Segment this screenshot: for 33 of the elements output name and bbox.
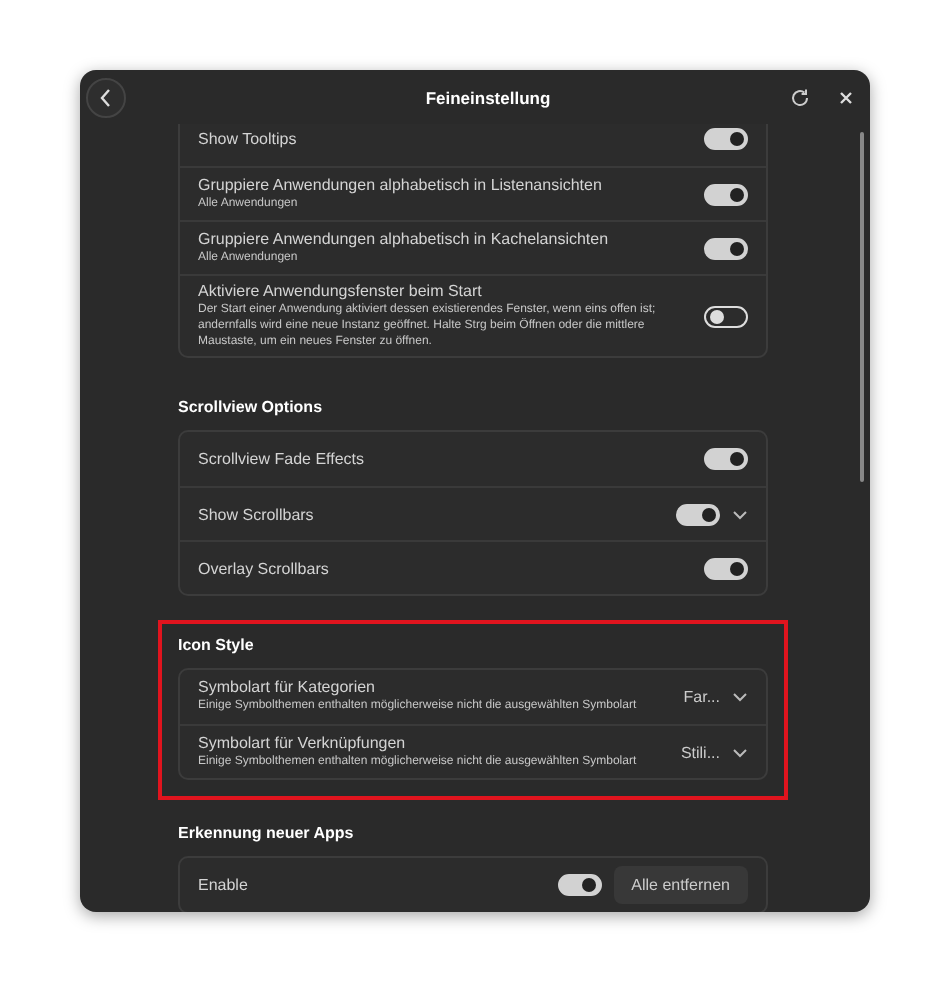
refresh-icon[interactable] bbox=[790, 87, 810, 107]
row-label: Aktiviere Anwendungsfenster beim Start bbox=[198, 282, 484, 300]
row-label: Enable bbox=[198, 876, 250, 895]
row-label: Overlay Scrollbars bbox=[198, 559, 331, 578]
row-label: Symbolart für Kategorien bbox=[198, 678, 377, 697]
dropdown-value[interactable]: Far... bbox=[683, 688, 720, 707]
chevron-down-icon[interactable] bbox=[732, 509, 748, 520]
toggle-switch[interactable] bbox=[704, 557, 748, 580]
row-label: Show Tooltips bbox=[198, 130, 299, 148]
section-title: Scrollview Options bbox=[178, 398, 325, 417]
row-label: Show Scrollbars bbox=[198, 505, 316, 524]
section-title: Erkennung neuer Apps bbox=[178, 824, 356, 843]
row-label: Symbolart für Verknüpfungen bbox=[198, 733, 408, 752]
remove-all-button[interactable]: Alle entfernen bbox=[613, 866, 748, 905]
toggle-switch[interactable] bbox=[676, 503, 720, 526]
toggle-switch[interactable] bbox=[704, 448, 748, 471]
row-label: Gruppiere Anwendungen alphabetisch in Kachelansichten bbox=[198, 229, 611, 248]
toggle-switch[interactable] bbox=[704, 183, 748, 205]
row-label: Scrollview Fade Effects bbox=[198, 450, 366, 469]
row-label: Gruppiere Anwendungen alphabetisch in Listenansichten bbox=[198, 175, 604, 194]
close-icon[interactable] bbox=[838, 89, 854, 105]
chevron-down-icon[interactable] bbox=[732, 747, 748, 758]
chevron-down-icon[interactable] bbox=[732, 692, 748, 703]
section-title: Icon Style bbox=[178, 636, 256, 655]
toggle-switch[interactable] bbox=[704, 128, 748, 150]
scrollbar[interactable] bbox=[860, 132, 864, 482]
toggle-switch[interactable] bbox=[557, 874, 602, 897]
window-title: Feineinstellung bbox=[423, 87, 553, 107]
dropdown-value[interactable]: Stili... bbox=[680, 743, 720, 762]
back-button[interactable] bbox=[86, 77, 126, 117]
toggle-switch[interactable] bbox=[704, 237, 748, 259]
back-icon bbox=[98, 87, 114, 107]
toggle-switch[interactable] bbox=[704, 305, 748, 328]
